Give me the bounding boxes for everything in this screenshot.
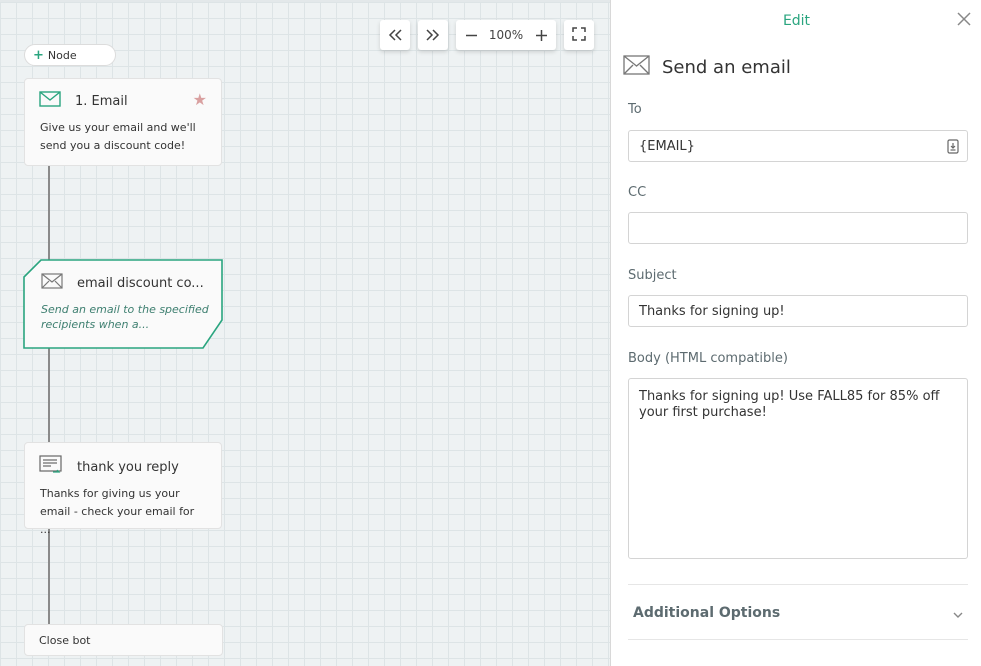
body-textarea[interactable]: Thanks for signing up! Use FALL85 for 85… xyxy=(628,378,968,559)
fullscreen-button[interactable] xyxy=(564,20,594,50)
add-node-button[interactable]: + Node xyxy=(24,44,116,66)
to-value: {EMAIL} xyxy=(639,138,695,154)
node-email-discount[interactable]: email discount co... Send an email to th… xyxy=(23,259,223,349)
fullscreen-icon xyxy=(572,26,586,45)
node-body: Send an email to the specified recipient… xyxy=(41,303,209,331)
message-icon xyxy=(39,455,63,479)
expand-right-button[interactable] xyxy=(418,20,448,50)
node-title: Close bot xyxy=(39,633,91,647)
panel-title: Send an email xyxy=(623,55,791,79)
cc-label: CC xyxy=(628,185,647,200)
node-body: Give us your email and we'll send you a … xyxy=(40,121,196,152)
variable-picker-icon[interactable] xyxy=(947,139,959,158)
add-node-label: Node xyxy=(47,48,77,62)
envelope-icon xyxy=(41,273,63,293)
edit-panel: Edit Send an email To {EMAIL} CC Subject… xyxy=(610,0,981,666)
divider xyxy=(628,584,968,585)
node-body: Thanks for giving us your email - check … xyxy=(40,487,195,536)
node-title: 1. Email xyxy=(75,93,128,109)
additional-options-toggle[interactable]: Additional Options xyxy=(633,603,963,622)
connector-line xyxy=(48,165,50,260)
close-icon[interactable] xyxy=(957,12,971,30)
additional-options-label: Additional Options xyxy=(633,604,781,621)
envelope-icon xyxy=(623,55,650,79)
zoom-out-button[interactable] xyxy=(464,30,478,41)
zoom-controls: 100% xyxy=(456,20,556,50)
body-label: Body (HTML compatible) xyxy=(628,351,788,366)
double-chevron-right-icon xyxy=(426,26,440,45)
collapse-left-button[interactable] xyxy=(380,20,410,50)
double-chevron-left-icon xyxy=(388,26,402,45)
connector-line xyxy=(48,348,50,443)
to-field[interactable]: {EMAIL} xyxy=(628,130,968,162)
node-close-bot[interactable]: Close bot xyxy=(24,624,223,656)
plus-icon: + xyxy=(33,47,44,63)
star-icon[interactable]: ★ xyxy=(193,90,207,109)
subject-field[interactable]: Thanks for signing up! xyxy=(628,295,968,327)
zoom-in-button[interactable] xyxy=(534,29,548,41)
connector-line xyxy=(48,529,50,624)
node-title: email discount co... xyxy=(77,275,204,291)
subject-label: Subject xyxy=(628,268,677,283)
panel-header: Edit xyxy=(782,13,811,29)
chevron-down-icon xyxy=(953,603,963,622)
panel-title-text: Send an email xyxy=(662,56,791,78)
node-email-trigger[interactable]: 1. Email ★ Give us your email and we'll … xyxy=(24,78,222,166)
flow-canvas[interactable]: + Node 1. Email ★ Give us your email and… xyxy=(0,0,610,666)
zoom-level: 100% xyxy=(488,28,524,42)
divider xyxy=(628,639,968,640)
node-thank-you-reply[interactable]: thank you reply Thanks for giving us you… xyxy=(24,442,222,536)
cc-field[interactable] xyxy=(628,212,968,244)
node-title: thank you reply xyxy=(77,459,179,475)
to-label: To xyxy=(628,102,642,117)
subject-value: Thanks for signing up! xyxy=(639,303,785,319)
envelope-icon xyxy=(39,91,61,111)
